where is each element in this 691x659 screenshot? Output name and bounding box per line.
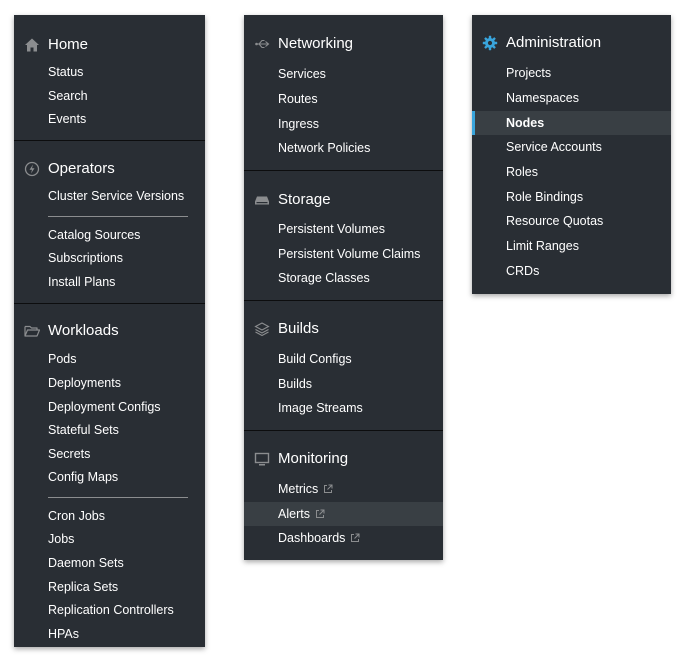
nav-item-services[interactable]: Services: [244, 62, 443, 86]
nav-item-pods[interactable]: Pods: [14, 347, 205, 371]
desktop-icon: [254, 451, 272, 469]
nav-item-storage-classes[interactable]: Storage Classes: [244, 266, 443, 290]
section-title-administration: Administration: [506, 34, 602, 51]
hard-drive-icon: [254, 192, 272, 210]
nav-item-image-streams[interactable]: Image Streams: [244, 396, 443, 420]
section-title-networking: Networking: [278, 35, 354, 52]
nav-item-stateful-sets[interactable]: Stateful Sets: [14, 418, 205, 442]
nav-section-workloads[interactable]: Workloads: [14, 320, 205, 344]
nav-item-ingress[interactable]: Ingress: [244, 112, 443, 136]
nav-item-jobs[interactable]: Jobs: [14, 527, 205, 551]
folder-open-icon: [24, 323, 42, 341]
nav-panel-administration: Administration Projects Namespaces Nodes…: [472, 15, 671, 294]
external-link-icon: [350, 527, 360, 551]
nav-section-home[interactable]: Home: [14, 34, 205, 58]
nav-item-dashboards[interactable]: Dashboards: [244, 526, 443, 550]
external-link-icon: [323, 478, 333, 502]
nav-item-secrets[interactable]: Secrets: [14, 442, 205, 466]
nav-item-replication-controllers[interactable]: Replication Controllers: [14, 598, 205, 622]
nav-item-events[interactable]: Events: [14, 107, 205, 131]
nav-section-builds[interactable]: Builds: [244, 318, 443, 342]
nav-item-persistent-volume-claims[interactable]: Persistent Volume Claims: [244, 242, 443, 266]
nav-item-namespaces[interactable]: Namespaces: [472, 86, 671, 110]
nav-item-deployment-configs[interactable]: Deployment Configs: [14, 395, 205, 419]
nav-item-resource-quotas[interactable]: Resource Quotas: [472, 209, 671, 233]
section-title-home: Home: [48, 36, 89, 53]
nav-item-install-plans[interactable]: Install Plans: [14, 270, 205, 294]
nav-item-config-maps[interactable]: Config Maps: [14, 465, 205, 489]
network-icon: [254, 36, 272, 54]
nav-item-subscriptions[interactable]: Subscriptions: [14, 246, 205, 270]
nav-item-status[interactable]: Status: [14, 60, 205, 84]
nav-item-label: Dashboards: [278, 531, 346, 545]
nav-section-operators[interactable]: Operators: [14, 158, 205, 182]
nav-item-cron-jobs[interactable]: Cron Jobs: [14, 504, 205, 528]
nav-item-roles[interactable]: Roles: [472, 160, 671, 184]
section-divider: [14, 303, 205, 304]
nav-item-crds[interactable]: CRDs: [472, 259, 671, 283]
layers-icon: [254, 321, 272, 339]
nav-section-administration[interactable]: Administration: [472, 32, 671, 56]
nav-panel-home-workloads: Home Status Search Events Operators Clus…: [14, 15, 205, 647]
nav-item-role-bindings[interactable]: Role Bindings: [472, 185, 671, 209]
nav-item-catalog-sources[interactable]: Catalog Sources: [14, 223, 205, 247]
nav-item-label: Alerts: [278, 507, 310, 521]
nav-item-label: Metrics: [278, 482, 319, 496]
nav-item-search[interactable]: Search: [14, 84, 205, 108]
section-divider: [244, 300, 443, 301]
nav-item-persistent-volumes[interactable]: Persistent Volumes: [244, 217, 443, 241]
bolt-circle-icon: [24, 161, 42, 179]
nav-item-hpas[interactable]: HPAs: [14, 622, 205, 646]
nav-section-storage[interactable]: Storage: [244, 189, 443, 213]
nav-item-deployments[interactable]: Deployments: [14, 371, 205, 395]
nav-item-projects[interactable]: Projects: [472, 61, 671, 85]
nav-item-alerts[interactable]: Alerts: [244, 502, 443, 526]
nav-item-metrics[interactable]: Metrics: [244, 477, 443, 501]
subsection-divider: [48, 497, 188, 498]
subsection-divider: [48, 216, 188, 217]
section-divider: [244, 430, 443, 431]
nav-section-networking[interactable]: Networking: [244, 33, 443, 57]
section-title-builds: Builds: [278, 320, 319, 337]
section-title-monitoring: Monitoring: [278, 450, 349, 467]
home-icon: [24, 37, 42, 55]
section-divider: [14, 140, 205, 141]
section-title-storage: Storage: [278, 191, 331, 208]
section-title-workloads: Workloads: [48, 322, 119, 339]
nav-item-limit-ranges[interactable]: Limit Ranges: [472, 234, 671, 258]
nav-item-service-accounts[interactable]: Service Accounts: [472, 135, 671, 159]
nav-section-monitoring[interactable]: Monitoring: [244, 448, 443, 472]
nav-item-daemon-sets[interactable]: Daemon Sets: [14, 551, 205, 575]
nav-item-build-configs[interactable]: Build Configs: [244, 347, 443, 371]
nav-item-builds[interactable]: Builds: [244, 372, 443, 396]
nav-item-cluster-service-versions[interactable]: Cluster Service Versions: [14, 184, 205, 208]
nav-panel-networking-monitoring: Networking Services Routes Ingress Netwo…: [244, 15, 443, 560]
section-title-operators: Operators: [48, 160, 115, 177]
nav-item-replica-sets[interactable]: Replica Sets: [14, 575, 205, 599]
nav-item-nodes[interactable]: Nodes: [472, 111, 671, 135]
gear-icon: [482, 35, 500, 53]
nav-item-routes[interactable]: Routes: [244, 87, 443, 111]
nav-item-network-policies[interactable]: Network Policies: [244, 136, 443, 160]
external-link-icon: [315, 503, 325, 527]
section-divider: [244, 170, 443, 171]
